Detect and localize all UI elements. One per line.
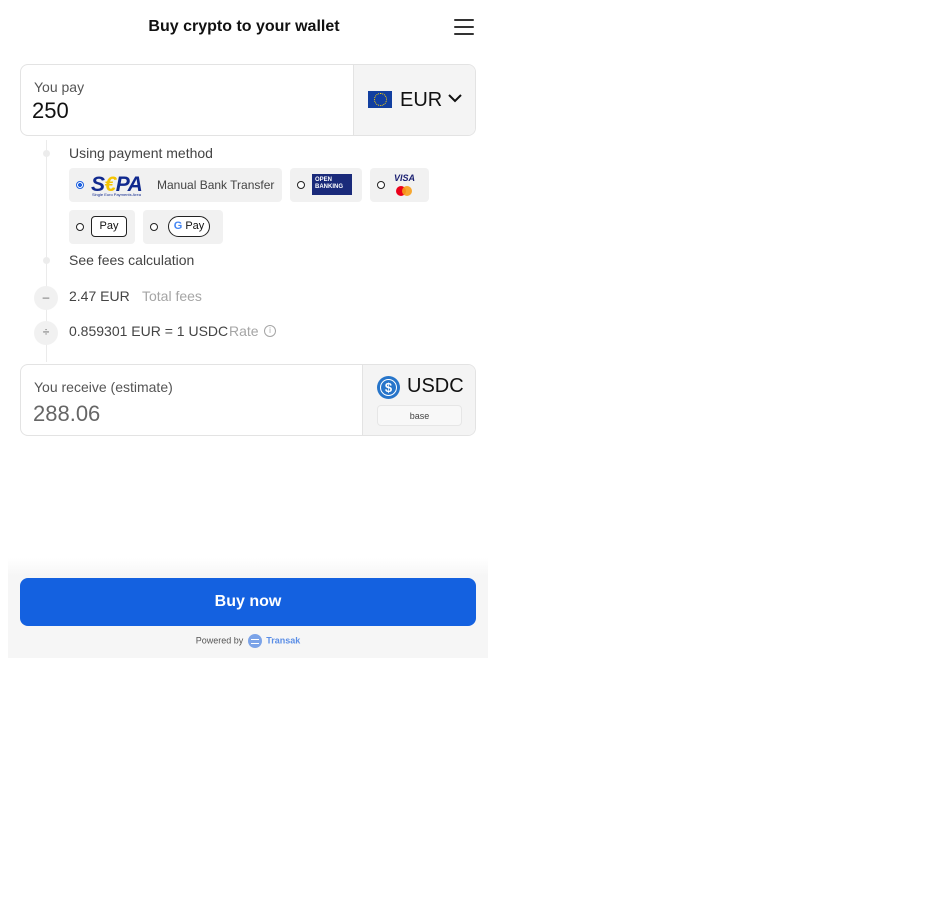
payment-method-label: Using payment method xyxy=(69,145,213,161)
powered-by: Powered by Transak xyxy=(8,634,488,648)
exchange-rate-value: 0.859301 EUR = 1 USDC xyxy=(69,323,229,339)
timeline-dot xyxy=(43,150,50,157)
page-title: Buy crypto to your wallet xyxy=(148,18,340,35)
apple-pay-text: Pay xyxy=(99,220,119,232)
open-banking-line1: OPEN xyxy=(315,177,333,183)
open-banking-logo: OPEN BANKING xyxy=(312,174,352,195)
receive-label: You receive (estimate) xyxy=(34,379,173,395)
hamburger-menu-icon[interactable] xyxy=(452,19,476,37)
total-fees-value: 2.47 EUR xyxy=(69,288,130,304)
provider-name[interactable]: Transak xyxy=(266,635,300,645)
powered-by-text: Powered by xyxy=(195,635,244,646)
google-pay-logo: G Pay xyxy=(168,216,210,237)
header: Buy crypto to your wallet xyxy=(8,0,488,56)
apple-pay-logo: Pay xyxy=(91,216,127,237)
chevron-down-icon xyxy=(448,94,462,103)
radio-unselected[interactable] xyxy=(76,223,84,231)
google-pay-text: Pay xyxy=(185,220,205,232)
payment-option-open-banking[interactable]: OPEN BANKING xyxy=(290,168,362,202)
receive-amount-box: You receive (estimate) 288.06 $ USDC bas… xyxy=(20,364,476,436)
google-g-icon: G xyxy=(173,220,183,232)
radio-unselected[interactable] xyxy=(297,181,305,189)
total-fees-label: Total fees xyxy=(142,288,202,304)
divide-icon: ÷ xyxy=(34,321,58,345)
network-badge[interactable]: base xyxy=(377,405,462,426)
info-icon[interactable]: i xyxy=(264,325,276,337)
mastercard-orange-circle xyxy=(402,186,412,196)
radio-selected[interactable] xyxy=(76,181,84,189)
receive-amount: 288.06 xyxy=(33,401,101,426)
buy-now-button[interactable]: Buy now xyxy=(20,578,476,626)
open-banking-line2: BANKING xyxy=(315,184,343,190)
payment-option-apple-pay[interactable]: Pay xyxy=(69,210,135,244)
payment-option-card[interactable]: VISA xyxy=(370,168,429,202)
fiat-currency-selector[interactable]: EUR xyxy=(353,65,475,135)
transak-logo-icon xyxy=(247,634,262,648)
footer: Buy now Powered by Transak xyxy=(8,558,488,658)
minus-icon: – xyxy=(34,286,58,310)
payment-option-google-pay[interactable]: G Pay xyxy=(143,210,223,244)
crypto-currency-selector[interactable]: $ USDC base xyxy=(362,365,475,435)
radio-unselected[interactable] xyxy=(150,223,158,231)
rate-label: Rate xyxy=(229,323,259,339)
radio-unselected[interactable] xyxy=(377,181,385,189)
pay-amount-box: You pay EUR xyxy=(20,64,476,136)
sepa-logo-subtext: Single Euro Payments Area xyxy=(92,192,141,197)
buy-crypto-widget: Buy crypto to your wallet You pay EUR Us… xyxy=(8,0,488,658)
pay-amount-input[interactable] xyxy=(32,98,332,124)
fiat-currency-code: EUR xyxy=(400,89,443,111)
payment-option-sepa[interactable]: S€PA Single Euro Payments Area Manual Ba… xyxy=(69,168,282,202)
pay-input-area: You pay xyxy=(21,65,353,135)
usdc-icon: $ xyxy=(377,376,400,399)
timeline-dot xyxy=(43,257,50,264)
eu-flag-icon xyxy=(368,91,392,108)
visa-text: VISA xyxy=(394,173,416,183)
payment-option-label: Manual Bank Transfer xyxy=(157,178,275,192)
see-fees-link[interactable]: See fees calculation xyxy=(69,252,194,268)
crypto-currency-code: USDC xyxy=(407,375,464,397)
pay-label: You pay xyxy=(34,79,85,95)
visa-mastercard-logo: VISA xyxy=(394,172,418,198)
